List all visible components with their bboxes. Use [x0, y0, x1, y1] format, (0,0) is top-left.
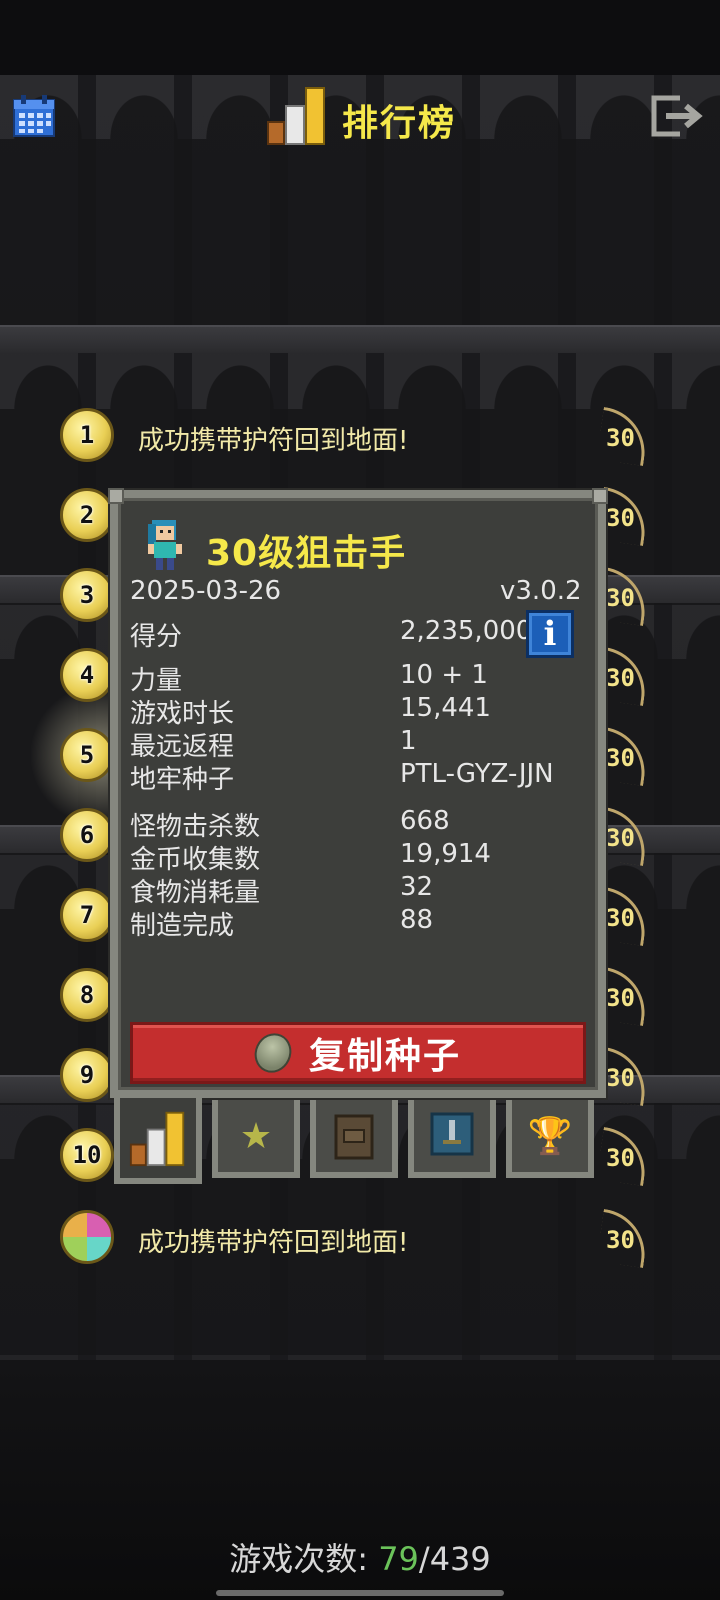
- info-button[interactable]: i: [526, 610, 574, 658]
- stat-label: 最远返程: [130, 732, 235, 762]
- bow-level-badge: 30: [596, 806, 660, 867]
- level-number: 30: [606, 424, 635, 452]
- info-icon: i: [543, 614, 557, 654]
- rank-number: 2: [79, 501, 95, 529]
- level-number: 30: [606, 984, 635, 1012]
- run-date: 2025-03-26: [130, 576, 282, 606]
- stat-label: 食物消耗量: [130, 878, 261, 908]
- header: 排行榜: [0, 80, 720, 155]
- score-value: 2,235,000: [400, 616, 533, 646]
- game-version: v3.0.2: [500, 576, 582, 606]
- stat-value: 88: [400, 905, 434, 935]
- exit-icon[interactable]: [650, 94, 704, 138]
- rank-medal-icon: 7: [60, 888, 114, 942]
- stats-bars-icon: [129, 1111, 185, 1167]
- stat-label: 游戏时长: [130, 699, 235, 729]
- backpack-icon: [334, 1114, 374, 1160]
- level-number: 30: [606, 1226, 635, 1254]
- row-description: 成功携带护符回到地面!: [138, 1228, 409, 1258]
- stat-label: 怪物击杀数: [130, 812, 261, 842]
- bow-level-badge: 30: [596, 966, 660, 1027]
- copy-seed-button[interactable]: 复制种子: [130, 1022, 586, 1084]
- rank-medal-icon: 4: [60, 648, 114, 702]
- rank-number: 8: [79, 981, 95, 1009]
- games-current: 79: [378, 1540, 419, 1578]
- home-indicator[interactable]: [216, 1590, 504, 1596]
- trophy-icon: 🏆: [527, 1116, 573, 1157]
- stat-label: 金币收集数: [130, 845, 261, 875]
- bow-level-badge: 30: [596, 1126, 660, 1187]
- stat-value: 1: [400, 726, 417, 756]
- ranking-bars-icon: [267, 87, 325, 145]
- rank-medal-icon: 6: [60, 808, 114, 862]
- level-number: 30: [606, 824, 635, 852]
- stat-value: PTL-GYZ-JJN: [400, 759, 554, 789]
- stat-label: 地牢种子: [130, 765, 235, 795]
- hero-title: 30级狙击手: [206, 533, 407, 574]
- bow-level-badge: 30: [596, 726, 660, 787]
- rank-number: 6: [79, 821, 95, 849]
- rank-number: 7: [79, 901, 95, 929]
- level-number: 30: [606, 584, 635, 612]
- tab-challenges[interactable]: [408, 1100, 496, 1178]
- rank-medal-icon: 2: [60, 488, 114, 542]
- leaderboard-row[interactable]: 成功携带护符回到地面! 30: [0, 1208, 720, 1270]
- huntress-portrait-icon: [148, 520, 182, 570]
- stat-value: 15,441: [400, 693, 491, 723]
- bow-level-badge: 30: [596, 1046, 660, 1107]
- star-badge-icon: ★: [239, 1115, 273, 1157]
- stat-value: 10 + 1: [400, 660, 488, 690]
- stat-label: 制造完成: [130, 911, 235, 941]
- row-description: 成功携带护符回到地面!: [138, 426, 409, 456]
- games-label: 游戏次数:: [229, 1540, 369, 1578]
- games-count: 游戏次数: 79/439: [0, 1534, 720, 1580]
- rank-medal-icon: 9: [60, 1048, 114, 1102]
- level-number: 30: [606, 744, 635, 772]
- rank-number: 10: [72, 1141, 102, 1169]
- amulet-icon: [60, 1210, 114, 1264]
- rank-medal-icon: 8: [60, 968, 114, 1022]
- rank-number: 9: [79, 1061, 95, 1089]
- sword-badge-icon: [430, 1112, 474, 1156]
- leaderboard-row[interactable]: 1 成功携带护符回到地面! 30: [0, 406, 720, 468]
- stat-value: 32: [400, 872, 434, 902]
- rank-medal-icon: 1: [60, 408, 114, 462]
- bow-level-badge: 30: [596, 406, 660, 467]
- tab-badges[interactable]: ★: [212, 1100, 300, 1178]
- level-number: 30: [606, 904, 635, 932]
- tab-stats[interactable]: [114, 1098, 202, 1184]
- bow-level-badge: 30: [596, 566, 660, 627]
- rank-medal-icon: 5: [60, 728, 114, 782]
- score-label: 得分: [130, 622, 183, 652]
- level-number: 30: [606, 664, 635, 692]
- rank-number: 4: [79, 661, 95, 689]
- calendar-icon[interactable]: [12, 94, 56, 138]
- rank-number: 5: [79, 741, 95, 769]
- rank-medal-icon: 3: [60, 568, 114, 622]
- bow-level-badge: 30: [596, 1208, 660, 1269]
- bow-level-badge: 30: [596, 646, 660, 707]
- rank-number: 1: [79, 421, 95, 449]
- level-number: 30: [606, 1064, 635, 1092]
- rank-number: 3: [79, 581, 95, 609]
- page-title: 排行榜: [342, 103, 457, 144]
- level-number: 30: [606, 1144, 635, 1172]
- seed-icon: [248, 1027, 298, 1079]
- tab-items[interactable]: [310, 1100, 398, 1178]
- copy-seed-label: 复制种子: [308, 1036, 461, 1077]
- stat-value: 19,914: [400, 839, 491, 869]
- stat-value: 668: [400, 806, 450, 836]
- stat-label: 力量: [130, 666, 183, 696]
- bow-level-badge: 30: [596, 886, 660, 947]
- level-number: 30: [606, 504, 635, 532]
- rank-medal-icon: 10: [60, 1128, 114, 1182]
- tab-trophies[interactable]: 🏆: [506, 1100, 594, 1178]
- games-total: /439: [418, 1540, 491, 1578]
